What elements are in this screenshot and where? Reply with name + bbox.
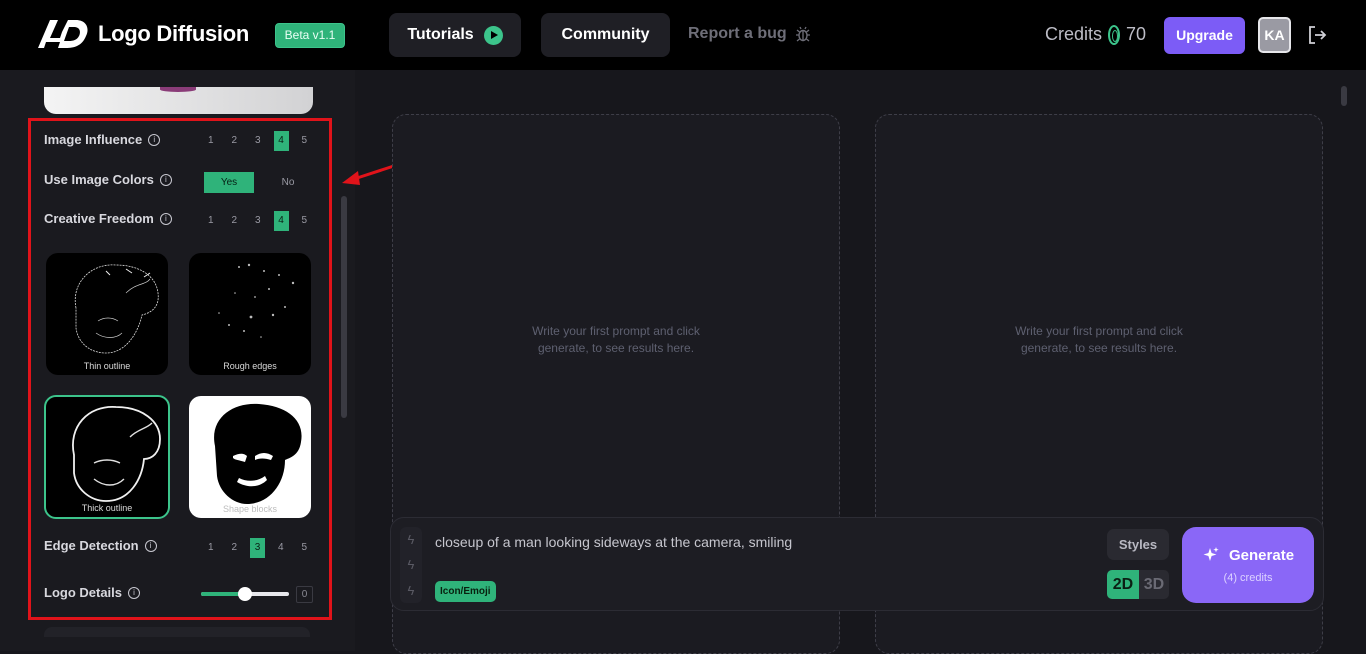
community-button[interactable]: Community xyxy=(541,13,670,57)
generate-button[interactable]: Generate (4) credits xyxy=(1182,527,1314,603)
sparkle-icon xyxy=(1203,547,1219,561)
bolt-icon[interactable]: ϟ xyxy=(408,532,415,547)
styles-button[interactable]: Styles xyxy=(1107,529,1169,560)
mode-2d-button[interactable]: 2D xyxy=(1107,570,1139,599)
report-bug-link[interactable]: Report a bug xyxy=(688,25,811,43)
mode-3d-button[interactable]: 3D xyxy=(1139,570,1169,599)
beta-badge: Beta v1.1 xyxy=(275,23,345,48)
bug-icon xyxy=(795,26,810,42)
tutorials-label: Tutorials xyxy=(407,26,474,43)
main-scrollbar[interactable] xyxy=(1341,86,1347,106)
sidebar-next-section xyxy=(44,627,310,637)
credits-display: Credits 70 xyxy=(1045,24,1146,45)
sidebar-scrollbar[interactable] xyxy=(341,196,347,418)
report-bug-label: Report a bug xyxy=(688,25,787,42)
empty-state-text: Write your first prompt and click genera… xyxy=(1015,324,1183,355)
prompt-bar: ϟ ϟ ϟ closeup of a man looking sideways … xyxy=(390,517,1324,611)
tutorials-button[interactable]: Tutorials xyxy=(389,13,521,57)
play-icon xyxy=(483,25,503,45)
avatar[interactable]: KA xyxy=(1258,17,1291,53)
prompt-input[interactable]: closeup of a man looking sideways at the… xyxy=(435,534,792,550)
coin-icon xyxy=(1108,24,1121,45)
image-preview-detail xyxy=(160,87,196,92)
bolt-icon[interactable]: ϟ xyxy=(408,557,415,572)
generate-cost: (4) credits xyxy=(1223,572,1273,584)
upgrade-button[interactable]: Upgrade xyxy=(1164,17,1245,54)
annotation-highlight-box xyxy=(28,118,332,620)
generate-label: Generate xyxy=(1229,547,1295,564)
community-label: Community xyxy=(561,26,650,43)
bolt-icon[interactable]: ϟ xyxy=(408,583,415,598)
app-title[interactable]: Logo Diffusion xyxy=(98,21,249,47)
style-chip[interactable]: Icon/Emoji xyxy=(435,581,496,602)
credits-value: 70 xyxy=(1126,24,1147,44)
logo-icon[interactable] xyxy=(36,18,88,50)
prompt-options-column: ϟ ϟ ϟ xyxy=(400,527,422,603)
empty-state-text: Write your first prompt and click genera… xyxy=(532,324,700,355)
top-bar: Logo Diffusion Beta v1.1 Tutorials Commu… xyxy=(0,0,1366,70)
credits-label: Credits xyxy=(1045,24,1103,44)
logout-icon[interactable] xyxy=(1306,24,1328,46)
